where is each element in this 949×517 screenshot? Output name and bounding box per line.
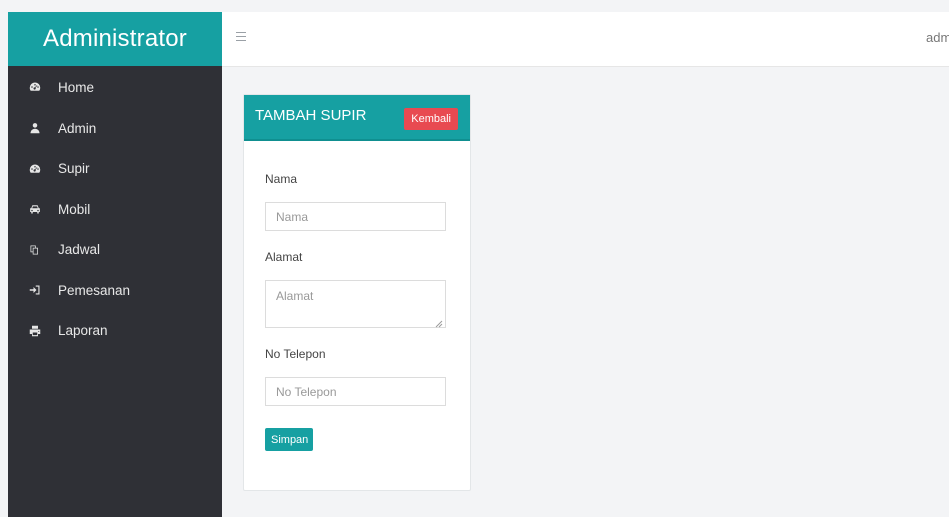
sidebar-item-laporan[interactable]: Laporan — [8, 311, 222, 352]
car-icon — [28, 202, 42, 216]
print-icon — [28, 324, 42, 338]
sidebar-item-admin[interactable]: Admin — [8, 108, 222, 149]
nama-label: Nama — [265, 172, 298, 186]
alamat-label: Alamat — [265, 250, 303, 264]
save-button[interactable]: Simpan — [265, 428, 313, 451]
sidebar-item-label: Pemesanan — [58, 282, 131, 298]
card-header: TAMBAH SUPIR Kembali — [244, 95, 470, 141]
add-driver-card: TAMBAH SUPIR Kembali Nama Nama Alamat Al… — [243, 94, 471, 491]
sidebar-item-label: Mobil — [58, 201, 91, 217]
user-icon — [28, 121, 42, 135]
telepon-placeholder: No Telepon — [276, 384, 337, 399]
sidebar-item-pemesanan[interactable]: Pemesanan — [8, 270, 222, 311]
sidebar-item-label: Admin — [58, 120, 97, 136]
user-name[interactable]: admin — [926, 30, 949, 45]
sidebar-item-label: Supir — [58, 161, 90, 177]
menu-toggle-icon[interactable] — [236, 32, 246, 42]
sidebar-item-label: Jadwal — [58, 242, 101, 258]
sign-in-icon — [28, 283, 42, 297]
app-root: Administrator Home Admin Supir Mobil Jad… — [0, 0, 949, 517]
nama-placeholder: Nama — [276, 209, 309, 224]
copy-icon — [28, 243, 42, 257]
sidebar-item-jadwal[interactable]: Jadwal — [8, 230, 222, 271]
topbar: admin — [222, 12, 949, 67]
card-body: Nama Nama Alamat Alamat No Telepon No Te… — [244, 141, 470, 451]
card-title: TAMBAH SUPIR — [255, 107, 367, 124]
telepon-input[interactable]: No Telepon — [265, 377, 446, 406]
brand-title: Administrator — [8, 12, 222, 66]
telepon-label: No Telepon — [265, 347, 326, 361]
sidebar-item-mobil[interactable]: Mobil — [8, 189, 222, 230]
dashboard-icon — [28, 162, 42, 176]
sidebar-item-label: Home — [58, 79, 95, 95]
resize-handle-icon[interactable] — [435, 317, 443, 328]
sidebar-item-label: Laporan — [58, 323, 108, 339]
dashboard-icon — [28, 80, 42, 94]
sidebar-item-home[interactable]: Home — [8, 66, 222, 108]
alamat-textarea[interactable]: Alamat — [265, 280, 446, 328]
sidebar-item-supir[interactable]: Supir — [8, 149, 222, 190]
back-button[interactable]: Kembali — [404, 108, 458, 130]
nama-input[interactable]: Nama — [265, 202, 446, 231]
sidebar: Administrator Home Admin Supir Mobil Jad… — [8, 12, 222, 517]
sidebar-nav: Home Admin Supir Mobil Jadwal Pemesanan … — [8, 66, 222, 351]
alamat-placeholder: Alamat — [276, 289, 314, 303]
